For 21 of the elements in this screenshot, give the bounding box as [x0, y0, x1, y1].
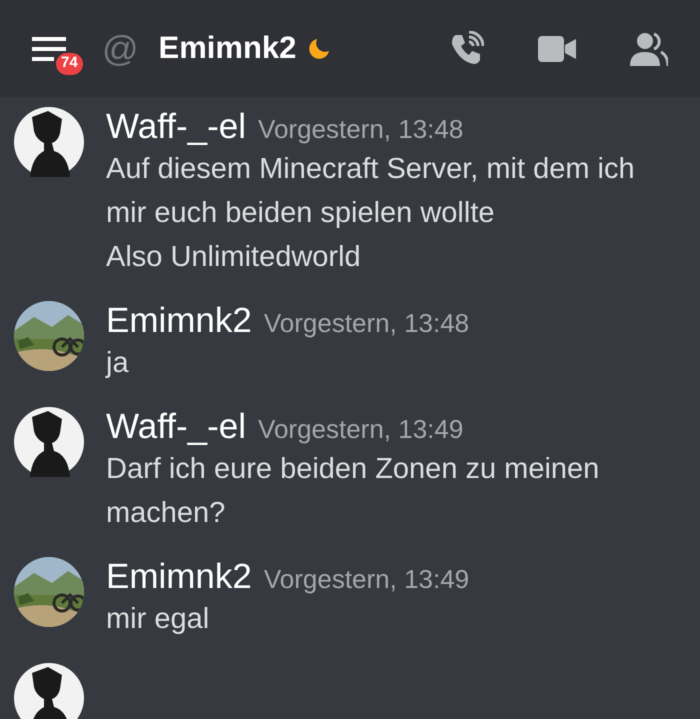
avatar-icon: [14, 663, 84, 719]
message-timestamp: Vorgestern, 13:48: [264, 307, 470, 340]
members-icon[interactable]: [630, 32, 668, 66]
author-name[interactable]: Emimnk2: [106, 301, 252, 341]
unread-badge: 74: [54, 50, 85, 76]
message-text: ja: [106, 346, 130, 381]
message-text: mir egal: [106, 602, 210, 637]
video-camera-icon[interactable]: [538, 36, 576, 62]
author-name[interactable]: Waff-_-el: [106, 107, 246, 147]
avatar-icon: [14, 407, 84, 477]
message-timestamp: Vorgestern, 13:49: [258, 413, 464, 446]
message-text: Auf diesem Minecraft Server, mit dem ich mir euch beiden spielen wollte: [106, 152, 636, 231]
avatar-icon: [14, 107, 84, 177]
message-text: Also Unlimitedworld: [106, 240, 362, 275]
message-text: Darf ich eure beiden Zonen zu meinen machen?: [106, 452, 600, 531]
message-timestamp: Vorgestern, 13:48: [258, 113, 464, 146]
at-sign: @: [102, 30, 139, 66]
message-timestamp: Vorgestern, 13:49: [264, 563, 470, 596]
author-name[interactable]: Waff-_-el: [106, 407, 246, 447]
channel-title: Emimnk2: [158, 29, 296, 68]
author-name[interactable]: Emimnk2: [106, 557, 252, 597]
